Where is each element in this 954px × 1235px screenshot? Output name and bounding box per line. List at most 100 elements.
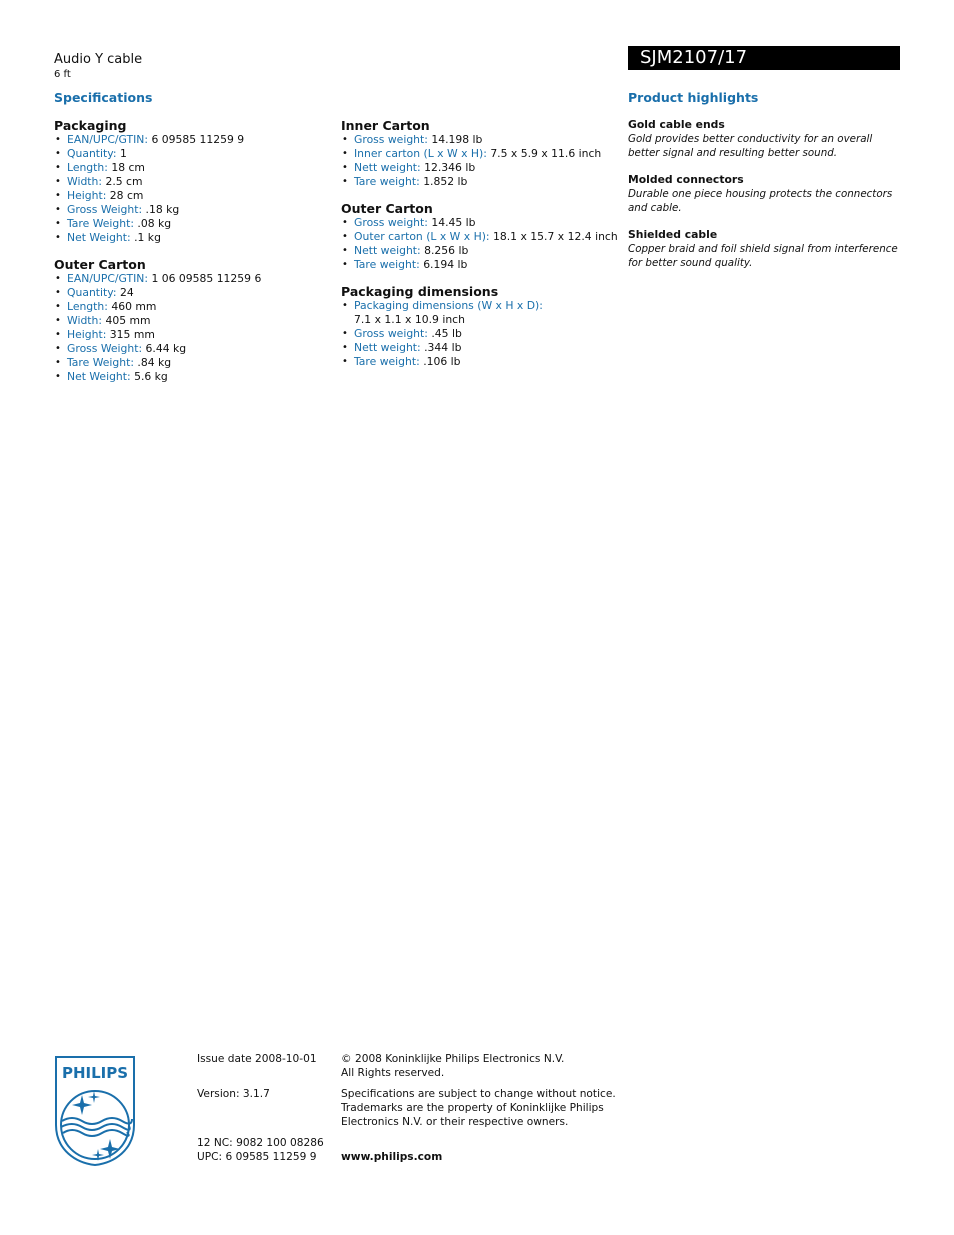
spec-label: Height: xyxy=(67,189,107,202)
spec-item: Net Weight: 5.6 kg xyxy=(54,370,334,384)
highlight-title: Shielded cable xyxy=(628,228,718,241)
spec-item: Tare weight: 6.194 lb xyxy=(341,258,621,272)
spec-label: Width: xyxy=(67,175,103,188)
highlights-title: Product highlights xyxy=(628,90,759,105)
spec-list: Gross weight: 14.45 lbOuter carton (L x … xyxy=(341,216,621,272)
spec-label: Nett weight: xyxy=(354,244,421,257)
spec-value: 12.346 lb xyxy=(424,161,476,174)
spec-list: Packaging dimensions (W x H x D): 7.1 x … xyxy=(341,299,621,369)
spec-label: Tare weight: xyxy=(354,355,420,368)
specifications-title: Specifications xyxy=(54,90,153,105)
spec-item: Gross Weight: 6.44 kg xyxy=(54,342,334,356)
spec-label: Outer carton (L x W x H): xyxy=(354,230,490,243)
spec-label: EAN/UPC/GTIN: xyxy=(67,272,148,285)
spec-item: Nett weight: .344 lb xyxy=(341,341,621,355)
legal-notice: Specifications are subject to change wit… xyxy=(341,1087,616,1129)
spec-value: 14.45 lb xyxy=(431,216,476,229)
spec-value: 1 xyxy=(119,147,127,160)
spec-item: Width: 405 mm xyxy=(54,314,334,328)
spec-value: .1 kg xyxy=(134,231,161,244)
spec-list: EAN/UPC/GTIN: 6 09585 11259 9Quantity: 1… xyxy=(54,133,334,245)
spec-item: Gross weight: 14.198 lb xyxy=(341,133,621,147)
highlight-title: Molded connectors xyxy=(628,173,744,186)
spec-value: .106 lb xyxy=(423,355,461,368)
spec-value: .08 kg xyxy=(137,217,172,230)
product-subtitle: 6 ft xyxy=(54,69,71,80)
spec-value: 14.198 lb xyxy=(431,133,483,146)
spec-value: 8.256 lb xyxy=(424,244,469,257)
spec-item: Inner carton (L x W x H): 7.5 x 5.9 x 11… xyxy=(341,147,621,161)
spec-item: Width: 2.5 cm xyxy=(54,175,334,189)
model-number-banner: SJM2107/17 xyxy=(628,46,900,70)
spec-value: 7.5 x 5.9 x 11.6 inch xyxy=(490,147,602,160)
spec-label: Quantity: xyxy=(67,286,117,299)
spec-value: 24 xyxy=(119,286,134,299)
highlight-description: Copper braid and foil shield signal from… xyxy=(628,243,898,269)
spec-label: Length: xyxy=(67,300,108,313)
spec-item: EAN/UPC/GTIN: 6 09585 11259 9 xyxy=(54,133,334,147)
notice-line: Electronics N.V. or their respective own… xyxy=(341,1116,569,1128)
spec-group: Outer CartonGross weight: 14.45 lbOuter … xyxy=(341,201,621,272)
highlight-title: Gold cable ends xyxy=(628,118,725,131)
highlight-description: Gold provides better conductivity for an… xyxy=(628,133,873,159)
spec-item: Length: 18 cm xyxy=(54,161,334,175)
spec-item: Quantity: 1 xyxy=(54,147,334,161)
spec-group-title: Packaging xyxy=(54,118,127,133)
highlight-description: Durable one piece housing protects the c… xyxy=(628,188,893,214)
upc-number: UPC: 6 09585 11259 9 xyxy=(197,1151,317,1163)
spec-label: Gross weight: xyxy=(354,327,428,340)
spec-item: Tare Weight: .84 kg xyxy=(54,356,334,370)
spec-group: Packaging dimensionsPackaging dimensions… xyxy=(341,284,621,369)
spec-item: Outer carton (L x W x H): 18.1 x 15.7 x … xyxy=(341,230,621,244)
spec-label: Inner carton (L x W x H): xyxy=(354,147,487,160)
spec-item: Gross weight: 14.45 lb xyxy=(341,216,621,230)
website-link[interactable]: www.philips.com xyxy=(341,1150,442,1164)
spec-list: Gross weight: 14.198 lbInner carton (L x… xyxy=(341,133,621,189)
spec-label: Gross weight: xyxy=(354,216,428,229)
spec-column-1: PackagingEAN/UPC/GTIN: 6 09585 11259 9Qu… xyxy=(54,118,334,396)
spec-label: Height: xyxy=(67,328,107,341)
spec-value: 18 cm xyxy=(111,161,145,174)
spec-value: .45 lb xyxy=(431,327,462,340)
highlight-item: Molded connectors Durable one piece hous… xyxy=(628,173,900,215)
spec-item: Tare weight: 1.852 lb xyxy=(341,175,621,189)
spec-item: Nett weight: 8.256 lb xyxy=(341,244,621,258)
spec-group-title: Outer Carton xyxy=(341,201,433,216)
part-numbers: 12 NC: 9082 100 08286 UPC: 6 09585 11259… xyxy=(197,1136,324,1164)
philips-shield-logo: PHILIPS xyxy=(54,1055,136,1167)
spec-item: Gross Weight: .18 kg xyxy=(54,203,334,217)
copyright-line: © 2008 Koninklijke Philips Electronics N… xyxy=(341,1053,565,1065)
spec-item: Quantity: 24 xyxy=(54,286,334,300)
spec-item: Height: 315 mm xyxy=(54,328,334,342)
spec-label: Tare weight: xyxy=(354,175,420,188)
spec-label: Net Weight: xyxy=(67,231,131,244)
spec-group: PackagingEAN/UPC/GTIN: 6 09585 11259 9Qu… xyxy=(54,118,334,245)
spec-value: 405 mm xyxy=(105,314,151,327)
nc-number: 12 NC: 9082 100 08286 xyxy=(197,1137,324,1149)
spec-item: Gross weight: .45 lb xyxy=(341,327,621,341)
spec-group-title: Outer Carton xyxy=(54,257,146,272)
spec-value: 18.1 x 15.7 x 12.4 inch xyxy=(493,230,618,243)
version: Version: 3.1.7 xyxy=(197,1088,270,1100)
spec-value: 1 06 09585 11259 6 xyxy=(151,272,262,285)
spec-value: 6.44 kg xyxy=(145,342,187,355)
spec-label: Quantity: xyxy=(67,147,117,160)
spec-label: Nett weight: xyxy=(354,341,421,354)
spec-group-title: Packaging dimensions xyxy=(341,284,499,299)
spec-value: 7.1 x 1.1 x 10.9 inch xyxy=(354,313,465,326)
spec-value: .18 kg xyxy=(145,203,180,216)
spec-value: .344 lb xyxy=(424,341,462,354)
spec-label: Tare Weight: xyxy=(67,356,134,369)
copyright: © 2008 Koninklijke Philips Electronics N… xyxy=(341,1052,564,1080)
spec-label: EAN/UPC/GTIN: xyxy=(67,133,148,146)
spec-label: Packaging dimensions (W x H x D): xyxy=(354,299,543,312)
spec-label: Gross weight: xyxy=(354,133,428,146)
spec-item: Height: 28 cm xyxy=(54,189,334,203)
spec-label: Tare weight: xyxy=(354,258,420,271)
highlight-item: Gold cable ends Gold provides better con… xyxy=(628,118,900,160)
spec-value: 2.5 cm xyxy=(105,175,143,188)
spec-value: 315 mm xyxy=(109,328,155,341)
model-number: SJM2107/17 xyxy=(640,47,748,68)
spec-item: Tare Weight: .08 kg xyxy=(54,217,334,231)
spec-label: Gross Weight: xyxy=(67,342,143,355)
